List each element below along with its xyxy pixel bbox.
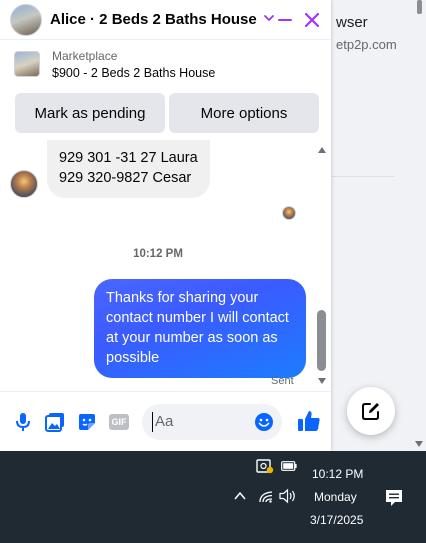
scroll-up-arrow[interactable] bbox=[318, 147, 326, 153]
message-input[interactable] bbox=[152, 411, 252, 432]
listing-actions: Mark as pending More options bbox=[0, 93, 331, 133]
thumbs-up-icon[interactable] bbox=[297, 409, 321, 433]
mark-as-pending-button[interactable]: Mark as pending bbox=[15, 93, 165, 133]
clock-time[interactable]: 10:12 PM bbox=[312, 467, 363, 481]
chat-title[interactable]: Alice · 2 Beds 2 Baths House bbox=[50, 11, 257, 28]
incoming-message-bubble[interactable]: 929 301 -31 27 Laura 929 320-9827 Cesar bbox=[47, 140, 210, 198]
page-scrollbar-thumb[interactable] bbox=[417, 0, 422, 14]
clock-date[interactable]: 3/17/2025 bbox=[310, 513, 363, 527]
gif-icon[interactable]: GIF bbox=[108, 411, 130, 433]
listing-title: $900 - 2 Beds 2 Baths House bbox=[52, 65, 216, 80]
chat-window: Alice · 2 Beds 2 Baths House Marketplace… bbox=[0, 0, 331, 451]
sender-avatar[interactable] bbox=[10, 170, 38, 198]
message-timestamp: 10:12 PM bbox=[133, 248, 183, 260]
photo-icon[interactable] bbox=[44, 411, 66, 433]
chat-header: Alice · 2 Beds 2 Baths House bbox=[0, 0, 331, 40]
background-title: wser bbox=[336, 14, 368, 31]
notifications-icon[interactable] bbox=[385, 489, 403, 507]
incoming-message-line: 929 301 -31 27 Laura bbox=[59, 150, 198, 166]
chevron-down-icon[interactable] bbox=[263, 12, 275, 24]
sticker-icon[interactable] bbox=[76, 411, 98, 433]
microphone-icon[interactable] bbox=[12, 411, 34, 433]
message-scrollbar[interactable] bbox=[316, 140, 328, 389]
listing-thumbnail bbox=[14, 51, 40, 77]
background-divider bbox=[332, 176, 394, 177]
more-options-button[interactable]: More options bbox=[169, 93, 319, 133]
marketplace-listing-row[interactable]: Marketplace $900 - 2 Beds 2 Baths House bbox=[0, 40, 331, 88]
page-scroll-down-arrow[interactable] bbox=[415, 441, 423, 447]
message-list[interactable]: 929 301 -31 27 Laura 929 320-9827 Cesar … bbox=[0, 140, 316, 389]
seen-indicator-avatar bbox=[282, 206, 296, 220]
contact-avatar[interactable] bbox=[10, 3, 42, 36]
scroll-down-arrow[interactable] bbox=[318, 378, 326, 384]
battery-icon[interactable] bbox=[281, 461, 297, 471]
taskbar: 10:12 PM Monday 3/17/2025 bbox=[0, 451, 426, 543]
chevron-up-icon[interactable] bbox=[234, 491, 246, 501]
volume-icon[interactable] bbox=[279, 488, 297, 504]
new-message-button[interactable] bbox=[347, 387, 395, 435]
clock-day[interactable]: Monday bbox=[314, 490, 357, 504]
minimize-button[interactable] bbox=[276, 11, 294, 29]
compose-icon bbox=[362, 403, 379, 420]
page-scrollbar[interactable] bbox=[412, 0, 426, 451]
wifi-icon[interactable] bbox=[258, 489, 274, 503]
app-notification-icon[interactable] bbox=[256, 458, 274, 474]
minimize-icon bbox=[278, 19, 292, 21]
message-composer: GIF bbox=[0, 391, 331, 451]
emoji-icon[interactable] bbox=[254, 412, 274, 432]
close-icon[interactable] bbox=[303, 11, 321, 29]
outgoing-message-bubble[interactable]: Thanks for sharing your contact number I… bbox=[94, 279, 306, 378]
incoming-message-row: 929 301 -31 27 Laura 929 320-9827 Cesar bbox=[10, 140, 210, 198]
incoming-message-line: 929 320-9827 Cesar bbox=[59, 170, 192, 186]
message-status: Sent bbox=[271, 375, 294, 387]
message-input-container bbox=[142, 403, 282, 440]
background-subtitle: etp2p.com bbox=[336, 37, 397, 52]
marketplace-label: Marketplace bbox=[52, 48, 118, 63]
message-scrollbar-thumb[interactable] bbox=[317, 310, 326, 371]
